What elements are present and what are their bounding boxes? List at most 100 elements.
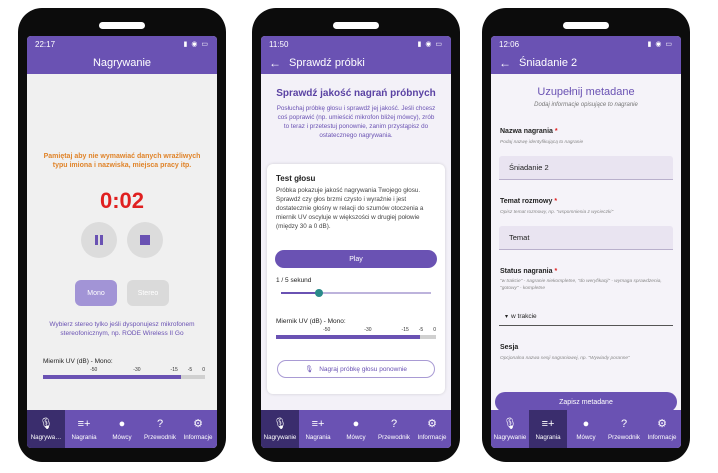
required-marker: * (554, 128, 558, 135)
status-time: 11:50 (269, 39, 289, 49)
sample-check-screen: 11:50 ▮ ◉ ▭ ← Sprawdź próbki Sprawdź jak… (261, 36, 451, 448)
nav-label: Informacje (183, 433, 213, 441)
uv-meter: Miernik UV (dB) - Mono: -50 -30 -15 -5 0 (43, 358, 205, 379)
tick: -50 (323, 327, 331, 333)
page-title: Śniadanie 2 (519, 57, 578, 69)
slider-fill (281, 292, 319, 294)
uv-meter-bar (43, 375, 205, 379)
mic-icon: 🎙 (39, 418, 53, 430)
screenshot-collage: 22:17 ▮ ◉ ▭ Nagrywanie Pamiętaj aby nie … (0, 0, 718, 473)
rerecord-label: Nagraj próbkę głosu ponownie (319, 365, 408, 373)
nav-item-recordings[interactable]: ≡+ Nagrania (65, 410, 103, 448)
stop-icon (140, 235, 150, 245)
status-time: 22:17 (35, 39, 56, 49)
phone-sample-check: 11:50 ▮ ◉ ▭ ← Sprawdź próbki Sprawdź jak… (252, 8, 460, 462)
card-title: Test głosu (276, 174, 316, 183)
tick: -5 (418, 327, 424, 333)
app-bar: ← Śniadanie 2 (491, 52, 681, 74)
playback-slider[interactable] (281, 289, 431, 297)
section-heading: Uzupełnij metadane (537, 86, 635, 98)
status-field-help: "w trakcie" - nagranie niekompletne, "do… (500, 279, 662, 291)
nav-label: Nagrania (535, 433, 561, 441)
recording-screen: 22:17 ▮ ◉ ▭ Nagrywanie Pamiętaj aby nie … (27, 36, 217, 448)
nav-label: Nagrania (71, 433, 97, 441)
recording-timer: 0:02 (99, 188, 145, 213)
phone-notch (333, 22, 379, 29)
page-title: Sprawdź próbki (289, 57, 365, 69)
help-icon: ? (620, 418, 628, 430)
tick: -5 (187, 367, 193, 373)
name-field-help: Podaj nazwę identyfikującą to nagranie (500, 140, 584, 145)
bottom-nav: 🎙 Nagrywanie ≡+ Nagrania ● Mówcy ? Przew… (261, 410, 451, 448)
nav-item-recordings[interactable]: ≡+ Nagrania (529, 410, 567, 448)
playlist-icon: ≡+ (77, 418, 91, 430)
tick: 0 (202, 367, 205, 373)
nav-item-guide[interactable]: ? Przewodnik (141, 410, 179, 448)
nav-item-speakers[interactable]: ● Mówcy (337, 410, 375, 448)
settings-icon: ⚙ (193, 418, 203, 430)
nav-item-recording[interactable]: 🎙 Nagrywanie (491, 410, 529, 448)
status-icons: ▮ ◉ ▭ (647, 41, 673, 48)
section-subheading: Dodaj informacje opisujące to nagranie (534, 102, 638, 108)
nav-label: Informacje (417, 433, 447, 441)
chevron-down-icon: ▾ (505, 314, 509, 320)
playlist-icon: ≡+ (541, 418, 555, 430)
topic-field[interactable]: Temat (499, 226, 673, 250)
status-select[interactable]: ▾ w trakcie (499, 308, 673, 326)
nav-item-recording[interactable]: 🎙 Nagrywanie (261, 410, 299, 448)
settings-icon: ⚙ (657, 418, 667, 430)
tick: -30 (133, 367, 141, 373)
status-bar: 22:17 ▮ ◉ ▭ (27, 36, 217, 52)
status-icons: ▮ ◉ ▭ (183, 41, 209, 48)
name-field[interactable]: Śniadanie 2 (499, 156, 673, 180)
play-button[interactable]: Play (275, 250, 437, 268)
nav-label: Nagrywanie (493, 433, 527, 441)
nav-label: Mówcy (346, 433, 366, 441)
nav-label: Mówcy (112, 433, 132, 441)
nav-item-guide[interactable]: ? Przewodnik (605, 410, 643, 448)
nav-item-info[interactable]: ⚙ Informacje (413, 410, 451, 448)
top-bar: 12:06 ▮ ◉ ▭ ← Śniadanie 2 (491, 36, 681, 74)
mic-icon: 🎙 (304, 366, 314, 373)
nav-item-recordings[interactable]: ≡+ Nagrania (299, 410, 337, 448)
label-text: Temat rozmowy (500, 198, 553, 205)
uv-meter-label: Miernik UV (dB) - Mono: (43, 358, 113, 365)
tick: -30 (364, 327, 372, 333)
session-field-help: Opcjonalna nazwa sesji nagraniowej, np. … (500, 356, 630, 361)
phone-metadata: 12:06 ▮ ◉ ▭ ← Śniadanie 2 Uzupełnij meta… (482, 8, 690, 462)
uv-meter-label: Miernik UV (dB) - Mono: (276, 318, 346, 325)
pause-button[interactable] (81, 222, 117, 258)
name-field-label: Nazwa nagrania * (500, 128, 558, 135)
label-text: Status nagrania (500, 268, 553, 275)
nav-item-recording[interactable]: 🎙 Nagrywa… (27, 410, 65, 448)
metadata-screen: 12:06 ▮ ◉ ▭ ← Śniadanie 2 Uzupełnij meta… (491, 36, 681, 448)
save-metadata-button[interactable]: Zapisz metadane (495, 392, 677, 412)
phone-recording: 22:17 ▮ ◉ ▭ Nagrywanie Pamiętaj aby nie … (18, 8, 226, 462)
session-field-label: Sesja (500, 344, 519, 351)
privacy-warning: Pamiętaj aby nie wymawiać danych wrażliw… (43, 153, 201, 169)
mono-button[interactable]: Mono (75, 280, 117, 306)
stereo-button[interactable]: Stereo (127, 280, 169, 306)
nav-item-guide[interactable]: ? Przewodnik (375, 410, 413, 448)
stop-button[interactable] (127, 222, 163, 258)
topic-field-label: Temat rozmowy * (500, 198, 557, 205)
label-text: Nazwa nagrania (500, 128, 553, 135)
back-arrow-icon[interactable]: ← (261, 56, 289, 70)
rerecord-sample-button[interactable]: 🎙 Nagraj próbkę głosu ponownie (277, 360, 435, 378)
nav-label: Informacje (647, 433, 677, 441)
nav-item-info[interactable]: ⚙ Informacje (643, 410, 681, 448)
status-bar: 11:50 ▮ ◉ ▭ (261, 36, 451, 52)
slider-knob[interactable] (314, 289, 323, 297)
status-value: w trakcie (511, 313, 537, 320)
phone-notch (563, 22, 609, 29)
tick: 0 (433, 327, 436, 333)
mic-icon: 🎙 (503, 418, 517, 430)
status-time: 12:06 (499, 39, 520, 49)
nav-item-speakers[interactable]: ● Mówcy (103, 410, 141, 448)
back-arrow-icon[interactable]: ← (491, 56, 519, 70)
nav-item-speakers[interactable]: ● Mówcy (567, 410, 605, 448)
mic-icon: 🎙 (273, 418, 287, 430)
required-marker: * (554, 268, 558, 275)
nav-item-info[interactable]: ⚙ Informacje (179, 410, 217, 448)
required-marker: * (554, 198, 558, 205)
